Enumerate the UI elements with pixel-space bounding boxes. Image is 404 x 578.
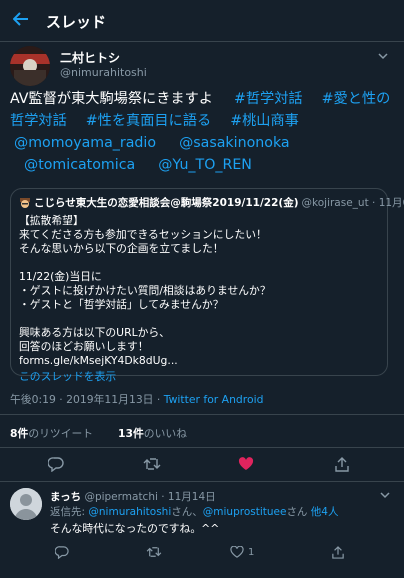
like-count: 1 bbox=[248, 546, 255, 558]
hashtag-link[interactable]: #哲学対話 bbox=[234, 91, 303, 107]
like-icon[interactable] bbox=[234, 452, 258, 476]
chevron-down-icon[interactable] bbox=[380, 488, 390, 502]
mention-link[interactable]: @momoyama_radio bbox=[14, 135, 156, 151]
tweet-body-text: AV監督が東大駒場祭にきますよ bbox=[10, 91, 213, 107]
reply-icon[interactable] bbox=[44, 452, 68, 476]
avatar[interactable] bbox=[10, 488, 42, 520]
quoted-author-handle: @kojirase_ut · 11月6日 bbox=[301, 197, 404, 209]
timestamp-text: 午後0:19 · 2019年11月13日 · bbox=[10, 393, 164, 406]
reply-header: まっち @pipermatchi · 11月14日 bbox=[50, 489, 216, 504]
retweets-stat[interactable]: 8件のリツイート bbox=[10, 427, 93, 440]
engagement-stats: 8件のリツイート 13件のいいね bbox=[10, 425, 187, 441]
reply-author-name[interactable]: まっち bbox=[50, 491, 81, 503]
thread-header: スレッド bbox=[0, 0, 404, 42]
divider bbox=[0, 414, 404, 415]
likes-count: 13件 bbox=[117, 427, 144, 440]
tweet-author: 二村ヒトシ @nimurahitoshi bbox=[10, 46, 394, 90]
quoted-author-name: こじらせ東大生の恋愛相談会@駒場祭2019/11/22(金) bbox=[34, 197, 299, 209]
author-handle[interactable]: @nimurahitoshi bbox=[60, 66, 147, 79]
avatar[interactable] bbox=[10, 46, 50, 86]
face-emoji-icon bbox=[19, 197, 31, 209]
mention-link[interactable]: @tomicatomica bbox=[24, 157, 135, 173]
hashtag-link[interactable]: #桃山商事 bbox=[230, 113, 299, 129]
quoted-tweet[interactable]: こじらせ東大生の恋愛相談会@駒場祭2019/11/22(金) @kojirase… bbox=[10, 188, 404, 383]
reply-actions: 1 bbox=[50, 540, 390, 562]
reply-to-more-link[interactable]: 他4人 bbox=[311, 506, 339, 518]
page-title: スレッド bbox=[46, 13, 107, 31]
like-icon[interactable]: 1 bbox=[230, 540, 270, 564]
tweet-text: AV監督が東大駒場祭にきますよ #哲学対話 #愛と性の哲学対話 #性を真面目に語… bbox=[10, 88, 394, 176]
arrow-left-icon[interactable] bbox=[10, 11, 32, 31]
retweets-label: のリツイート bbox=[28, 427, 94, 440]
author-name[interactable]: 二村ヒトシ bbox=[60, 49, 120, 66]
tweet-timestamp: 午後0:19 · 2019年11月13日 · Twitter for Andro… bbox=[10, 391, 263, 407]
divider bbox=[0, 447, 404, 448]
reply-body-text: そんな時代になったのですね。^^ bbox=[50, 522, 220, 535]
quoted-tweet-body: 【拡散希望】 来てくださる方も参加できるセッションにしたい！ そんな思いから以下… bbox=[19, 214, 271, 367]
reply-to-separator: さん、 bbox=[171, 506, 203, 518]
mention-link[interactable]: @sasakinonoka bbox=[179, 135, 290, 151]
reply-to-separator: さん bbox=[286, 506, 311, 518]
mention-link[interactable]: @nimurahitoshi bbox=[88, 506, 171, 518]
chevron-down-icon[interactable] bbox=[378, 49, 388, 63]
reply-to-line: 返信先: @nimurahitoshiさん、@miuprostitueeさん 他… bbox=[50, 504, 338, 519]
quoted-tweet-header: こじらせ東大生の恋愛相談会@駒場祭2019/11/22(金) @kojirase… bbox=[19, 195, 404, 210]
share-icon[interactable] bbox=[326, 540, 350, 564]
reply-tweet[interactable]: まっち @pipermatchi · 11月14日 返信先: @nimurahi… bbox=[10, 488, 394, 568]
divider bbox=[0, 481, 404, 482]
share-icon[interactable] bbox=[330, 452, 354, 476]
retweet-icon[interactable] bbox=[142, 540, 166, 564]
reply-to-prefix: 返信先: bbox=[50, 506, 89, 518]
mention-link[interactable]: @Yu_TO_REN bbox=[158, 157, 252, 173]
source-app-link[interactable]: Twitter for Android bbox=[164, 393, 264, 406]
retweets-count: 8件 bbox=[10, 427, 29, 440]
likes-label: のいいね bbox=[143, 427, 187, 440]
likes-stat[interactable]: 13件のいいね bbox=[118, 427, 187, 440]
tweet-actions bbox=[0, 452, 404, 482]
retweet-icon[interactable] bbox=[140, 452, 164, 476]
reply-handle-time: @pipermatchi · 11月14日 bbox=[84, 491, 216, 503]
reply-icon[interactable] bbox=[50, 540, 74, 564]
mention-link[interactable]: @miuprostituee bbox=[203, 506, 287, 518]
show-thread-link[interactable]: このスレッドを表示 bbox=[19, 368, 379, 384]
hashtag-link[interactable]: #性を真面目に語る bbox=[86, 113, 211, 129]
